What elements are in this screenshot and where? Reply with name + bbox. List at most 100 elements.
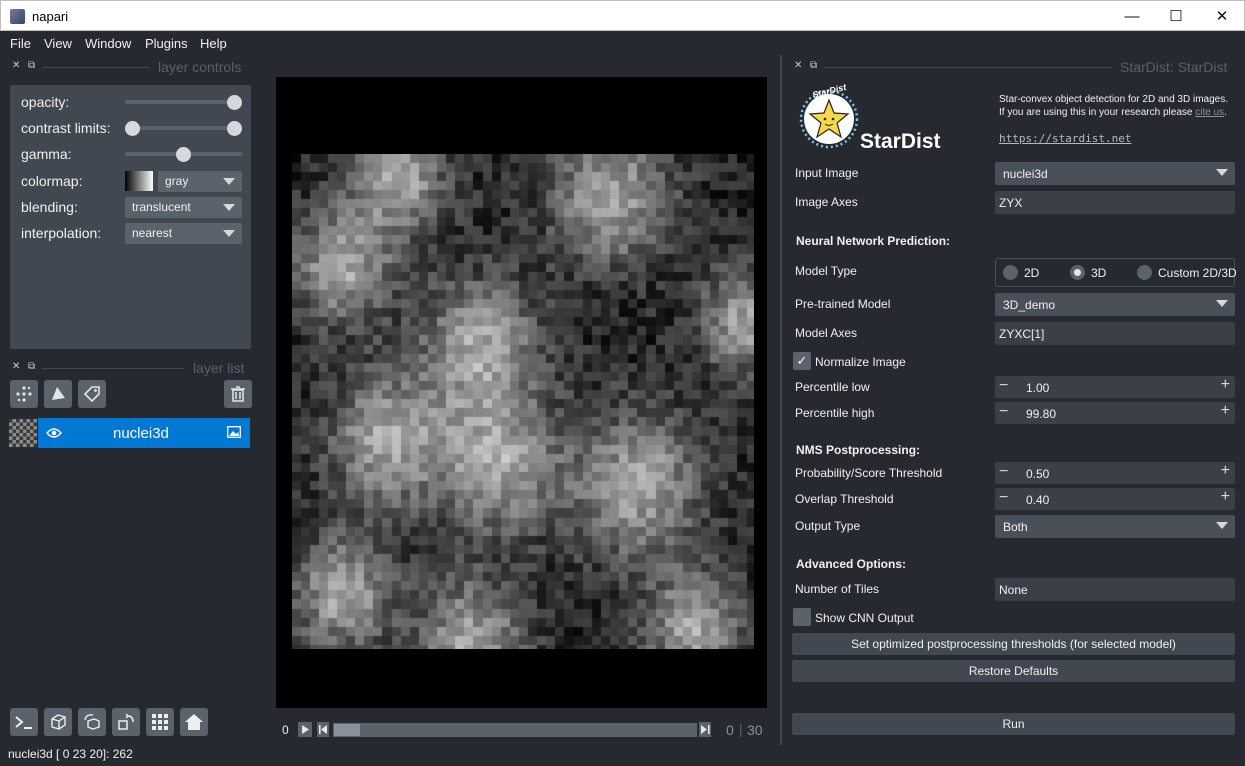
dims-slider-handle[interactable]	[334, 724, 360, 736]
dims-current-index: 0	[726, 722, 734, 738]
model-type-2d-label[interactable]: 2D	[1024, 266, 1039, 280]
dock-splitter[interactable]	[780, 55, 782, 745]
number-of-tiles-label: Number of Tiles	[795, 582, 880, 596]
layer-name[interactable]: nuclei3d	[113, 425, 169, 442]
show-cnn-output-checkbox[interactable]	[793, 608, 811, 626]
new-labels-layer-button[interactable]	[78, 380, 106, 408]
overlap-threshold-spinbox[interactable]: − 0.40 +	[995, 488, 1235, 510]
maximize-button[interactable]: ☐	[1153, 1, 1199, 31]
blending-select[interactable]: translucent	[125, 197, 242, 218]
restore-defaults-button[interactable]: Restore Defaults	[792, 660, 1235, 682]
dock-close-icon[interactable]: ✕	[12, 361, 20, 372]
contrast-min-handle[interactable]	[125, 121, 140, 136]
increment-icon[interactable]: +	[1221, 376, 1230, 394]
grid-view-button[interactable]	[146, 708, 174, 736]
colormap-select[interactable]: gray	[158, 171, 242, 192]
new-shapes-layer-button[interactable]	[44, 380, 72, 408]
stardist-url-link[interactable]: https://stardist.net	[999, 132, 1131, 145]
gamma-slider-handle[interactable]	[176, 147, 191, 162]
stardist-logo-text: StarDist	[860, 130, 941, 153]
decrement-icon[interactable]: −	[999, 463, 1008, 481]
menu-help[interactable]: Help	[200, 36, 227, 51]
dims-slider[interactable]	[333, 723, 697, 737]
dock-float-icon[interactable]: ⧉	[28, 60, 35, 71]
model-type-custom-radio[interactable]	[1137, 265, 1152, 280]
percentile-high-spinbox[interactable]: − 99.80 +	[995, 402, 1235, 424]
menu-window[interactable]: Window	[85, 36, 131, 51]
image-axes-field[interactable]: ZYX	[995, 191, 1235, 214]
decrement-icon[interactable]: −	[999, 403, 1008, 421]
percentile-low-spinbox[interactable]: − 1.00 +	[995, 376, 1235, 398]
roll-axes-button[interactable]	[78, 708, 106, 736]
dock-float-icon[interactable]: ⧉	[28, 361, 35, 372]
console-button[interactable]	[10, 708, 38, 736]
chevron-down-icon	[1216, 300, 1228, 307]
model-axes-field[interactable]: ZYXC[1]	[995, 322, 1235, 345]
colormap-preview	[125, 171, 153, 191]
input-image-select[interactable]: nuclei3d	[995, 162, 1235, 185]
overlap-threshold-value: 0.40	[1026, 493, 1050, 507]
nuclei-image[interactable]	[292, 154, 754, 649]
nn-section-title: Neural Network Prediction:	[796, 234, 951, 248]
menu-view[interactable]: View	[44, 36, 72, 51]
decrement-icon[interactable]: −	[999, 489, 1008, 507]
3d-toggle-icon	[51, 714, 66, 730]
dock-close-icon[interactable]: ✕	[12, 60, 20, 71]
contrast-limits-slider[interactable]	[125, 126, 242, 130]
interpolation-select[interactable]: nearest	[125, 223, 242, 244]
image-axes-label: Image Axes	[795, 195, 858, 209]
pretrained-model-select[interactable]: 3D_demo	[995, 293, 1235, 316]
stardist-description-1: Star-convex object detection for 2D and …	[999, 94, 1229, 105]
cite-us-link[interactable]: cite us	[1195, 107, 1224, 118]
home-button[interactable]	[180, 708, 208, 736]
blending-value: translucent	[132, 200, 191, 214]
normalize-image-checkbox[interactable]: ✓	[793, 352, 811, 370]
number-of-tiles-field[interactable]: None	[995, 578, 1235, 601]
layer-list-header: layer list	[193, 360, 245, 376]
play-button[interactable]	[298, 722, 312, 737]
step-back-button[interactable]	[317, 722, 329, 737]
transpose-axes-button[interactable]	[112, 708, 140, 736]
colormap-value: gray	[165, 174, 189, 188]
increment-icon[interactable]: +	[1221, 488, 1230, 506]
napari-app-icon	[10, 9, 25, 24]
chevron-down-icon	[223, 230, 235, 237]
model-type-2d-radio[interactable]	[1003, 265, 1018, 280]
model-type-3d-label[interactable]: 3D	[1091, 266, 1106, 280]
layer-list-item[interactable]: nuclei3d	[38, 418, 250, 448]
new-points-layer-button[interactable]	[10, 380, 38, 408]
overlap-threshold-label: Overlap Threshold	[795, 492, 894, 506]
opacity-slider-handle[interactable]	[227, 95, 242, 110]
stardist-description-2: If you are using this in your research p…	[999, 107, 1227, 118]
stardist-header: StarDist: StarDist	[1120, 59, 1228, 75]
minimize-button[interactable]: —	[1109, 1, 1155, 31]
decrement-icon[interactable]: −	[999, 377, 1008, 395]
delete-layer-button[interactable]	[224, 380, 252, 408]
model-type-3d-radio[interactable]	[1070, 265, 1085, 280]
dims-axis-label[interactable]: 0	[282, 723, 289, 737]
set-optimized-thresholds-button[interactable]: Set optimized postprocessing thresholds …	[792, 633, 1235, 655]
output-type-select[interactable]: Both	[995, 515, 1235, 538]
step-forward-button[interactable]	[699, 722, 711, 737]
pretrained-model-value: 3D_demo	[1003, 298, 1056, 312]
contrast-max-handle[interactable]	[227, 121, 242, 136]
run-button[interactable]: Run	[792, 713, 1235, 735]
prob-threshold-spinbox[interactable]: − 0.50 +	[995, 462, 1235, 484]
dock-float-icon[interactable]: ⧉	[810, 60, 817, 71]
new-labels-icon	[83, 386, 100, 403]
chevron-down-icon	[1216, 169, 1228, 176]
increment-icon[interactable]: +	[1221, 402, 1230, 420]
menu-file[interactable]: File	[10, 36, 31, 51]
normalize-image-label[interactable]: Normalize Image	[815, 355, 906, 369]
model-type-custom-label[interactable]: Custom 2D/3D	[1158, 266, 1237, 280]
increment-icon[interactable]: +	[1221, 462, 1230, 480]
description-text: If you are using this in your research p…	[999, 107, 1196, 118]
show-cnn-output-label[interactable]: Show CNN Output	[815, 611, 914, 625]
ndisplay-toggle-button[interactable]	[44, 708, 72, 736]
menu-plugins[interactable]: Plugins	[145, 36, 188, 51]
eye-icon[interactable]	[46, 427, 62, 439]
opacity-slider[interactable]	[125, 100, 242, 104]
percentile-high-value: 99.80	[1026, 407, 1057, 421]
dock-close-icon[interactable]: ✕	[794, 60, 802, 71]
close-window-button[interactable]: ✕	[1199, 1, 1245, 31]
